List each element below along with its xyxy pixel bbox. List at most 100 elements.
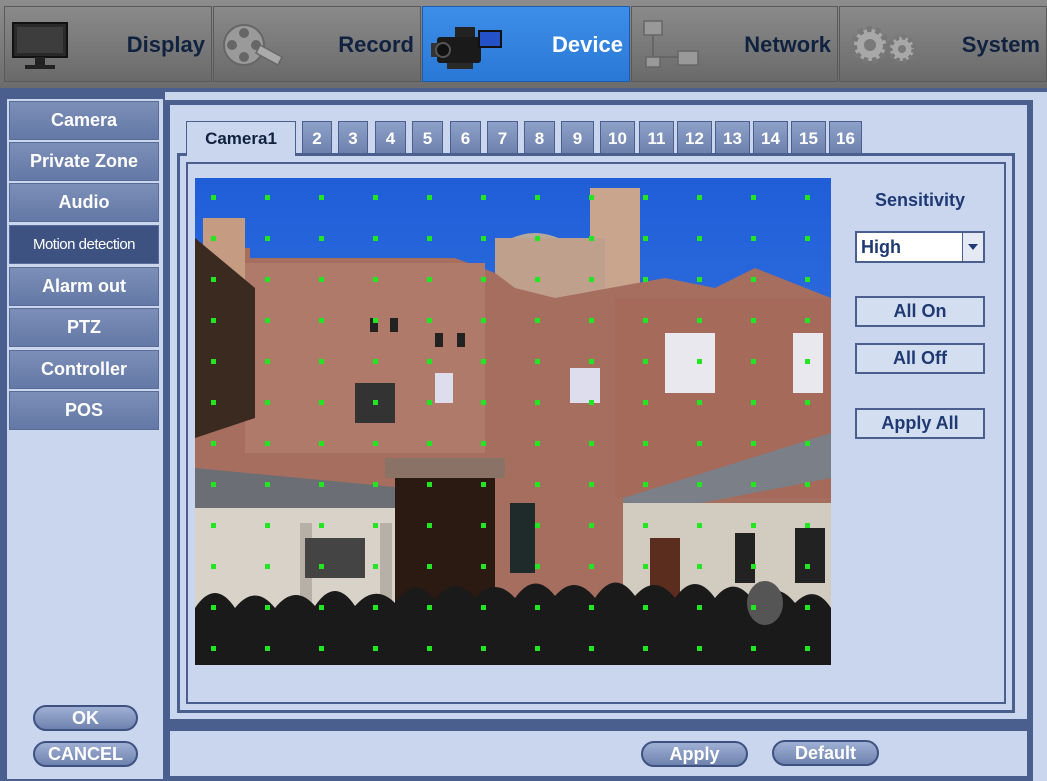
camera-tab-8[interactable]: 8 bbox=[524, 121, 555, 154]
motion-grid-cell[interactable] bbox=[805, 646, 810, 651]
motion-grid-cell[interactable] bbox=[535, 195, 540, 200]
motion-grid-cell[interactable] bbox=[535, 564, 540, 569]
motion-grid-cell[interactable] bbox=[265, 605, 270, 610]
camera-tab-6[interactable]: 6 bbox=[450, 121, 481, 154]
motion-grid-cell[interactable] bbox=[427, 318, 432, 323]
motion-grid-cell[interactable] bbox=[805, 277, 810, 282]
motion-grid-cell[interactable] bbox=[643, 482, 648, 487]
motion-grid-cell[interactable] bbox=[373, 400, 378, 405]
motion-grid-cell[interactable] bbox=[751, 605, 756, 610]
motion-grid-cell[interactable] bbox=[697, 605, 702, 610]
motion-grid-cell[interactable] bbox=[805, 318, 810, 323]
motion-grid-cell[interactable] bbox=[589, 236, 594, 241]
motion-grid-cell[interactable] bbox=[589, 646, 594, 651]
sidebar-item-alarm-out[interactable]: Alarm out bbox=[9, 267, 159, 306]
motion-grid-cell[interactable] bbox=[211, 441, 216, 446]
motion-grid-cell[interactable] bbox=[211, 359, 216, 364]
motion-grid-cell[interactable] bbox=[211, 318, 216, 323]
motion-grid-cell[interactable] bbox=[697, 195, 702, 200]
tab-record[interactable]: Record bbox=[213, 6, 421, 82]
motion-grid-cell[interactable] bbox=[427, 605, 432, 610]
camera-tab-9[interactable]: 9 bbox=[561, 121, 594, 154]
motion-grid-cell[interactable] bbox=[319, 318, 324, 323]
motion-grid-cell[interactable] bbox=[211, 482, 216, 487]
motion-grid-cell[interactable] bbox=[751, 441, 756, 446]
ok-button[interactable]: OK bbox=[33, 705, 138, 731]
motion-grid-cell[interactable] bbox=[427, 564, 432, 569]
tab-network[interactable]: Network bbox=[631, 6, 838, 82]
motion-grid-cell[interactable] bbox=[373, 441, 378, 446]
motion-grid-cell[interactable] bbox=[265, 400, 270, 405]
motion-grid-cell[interactable] bbox=[589, 400, 594, 405]
camera-tab-7[interactable]: 7 bbox=[487, 121, 518, 154]
motion-grid-cell[interactable] bbox=[481, 605, 486, 610]
motion-grid-cell[interactable] bbox=[697, 400, 702, 405]
tab-device[interactable]: Device bbox=[422, 6, 630, 82]
all-on-button[interactable]: All On bbox=[855, 296, 985, 327]
camera-tab-16[interactable]: 16 bbox=[829, 121, 862, 154]
motion-grid-cell[interactable] bbox=[535, 318, 540, 323]
motion-grid-cell[interactable] bbox=[211, 400, 216, 405]
motion-grid-cell[interactable] bbox=[265, 359, 270, 364]
motion-grid-cell[interactable] bbox=[373, 482, 378, 487]
motion-grid-cell[interactable] bbox=[805, 523, 810, 528]
camera-tab-15[interactable]: 15 bbox=[791, 121, 826, 154]
motion-grid-cell[interactable] bbox=[481, 236, 486, 241]
motion-grid-cell[interactable] bbox=[481, 400, 486, 405]
motion-grid-cell[interactable] bbox=[373, 646, 378, 651]
motion-grid-cell[interactable] bbox=[751, 318, 756, 323]
sidebar-item-controller[interactable]: Controller bbox=[9, 350, 159, 389]
motion-grid-cell[interactable] bbox=[481, 359, 486, 364]
sidebar-item-ptz[interactable]: PTZ bbox=[9, 308, 159, 347]
apply-button[interactable]: Apply bbox=[641, 741, 748, 767]
sidebar-item-pos[interactable]: POS bbox=[9, 391, 159, 430]
motion-grid-cell[interactable] bbox=[319, 359, 324, 364]
motion-grid-cell[interactable] bbox=[643, 195, 648, 200]
motion-grid-cell[interactable] bbox=[265, 195, 270, 200]
motion-grid-cell[interactable] bbox=[697, 318, 702, 323]
motion-grid-cell[interactable] bbox=[319, 523, 324, 528]
apply-all-button[interactable]: Apply All bbox=[855, 408, 985, 439]
motion-grid-cell[interactable] bbox=[265, 646, 270, 651]
tab-display[interactable]: Display bbox=[4, 6, 212, 82]
motion-grid-cell[interactable] bbox=[805, 605, 810, 610]
motion-grid-cell[interactable] bbox=[589, 441, 594, 446]
motion-grid-cell[interactable] bbox=[265, 318, 270, 323]
motion-grid-cell[interactable] bbox=[427, 236, 432, 241]
motion-grid-cell[interactable] bbox=[481, 277, 486, 282]
camera-tab-1[interactable]: Camera1 bbox=[186, 121, 296, 156]
motion-grid-cell[interactable] bbox=[643, 359, 648, 364]
motion-grid-cell[interactable] bbox=[373, 359, 378, 364]
motion-grid-cell[interactable] bbox=[211, 523, 216, 528]
motion-grid-cell[interactable] bbox=[697, 277, 702, 282]
motion-grid-cell[interactable] bbox=[427, 482, 432, 487]
motion-grid-cell[interactable] bbox=[643, 564, 648, 569]
motion-grid-cell[interactable] bbox=[211, 605, 216, 610]
motion-grid-cell[interactable] bbox=[697, 523, 702, 528]
motion-grid-cell[interactable] bbox=[643, 441, 648, 446]
motion-grid-cell[interactable] bbox=[535, 605, 540, 610]
motion-grid-cell[interactable] bbox=[751, 400, 756, 405]
motion-grid-cell[interactable] bbox=[643, 605, 648, 610]
motion-grid-cell[interactable] bbox=[427, 441, 432, 446]
motion-grid-cell[interactable] bbox=[751, 564, 756, 569]
motion-grid-cell[interactable] bbox=[373, 236, 378, 241]
motion-grid-cell[interactable] bbox=[535, 236, 540, 241]
motion-grid-cell[interactable] bbox=[697, 482, 702, 487]
motion-grid-cell[interactable] bbox=[265, 564, 270, 569]
motion-grid-cell[interactable] bbox=[373, 605, 378, 610]
tab-system[interactable]: System bbox=[839, 6, 1047, 82]
motion-grid-cell[interactable] bbox=[211, 646, 216, 651]
motion-grid-cell[interactable] bbox=[481, 441, 486, 446]
motion-grid-cell[interactable] bbox=[373, 318, 378, 323]
default-button[interactable]: Default bbox=[772, 740, 879, 766]
motion-grid-cell[interactable] bbox=[589, 523, 594, 528]
sidebar-item-motion-detection[interactable]: Motion detection bbox=[9, 225, 159, 264]
motion-grid-cell[interactable] bbox=[319, 482, 324, 487]
motion-grid-cell[interactable] bbox=[751, 523, 756, 528]
motion-grid-cell[interactable] bbox=[643, 400, 648, 405]
motion-grid-cell[interactable] bbox=[373, 564, 378, 569]
motion-grid-cell[interactable] bbox=[211, 277, 216, 282]
camera-tab-4[interactable]: 4 bbox=[375, 121, 406, 154]
motion-grid-cell[interactable] bbox=[589, 564, 594, 569]
